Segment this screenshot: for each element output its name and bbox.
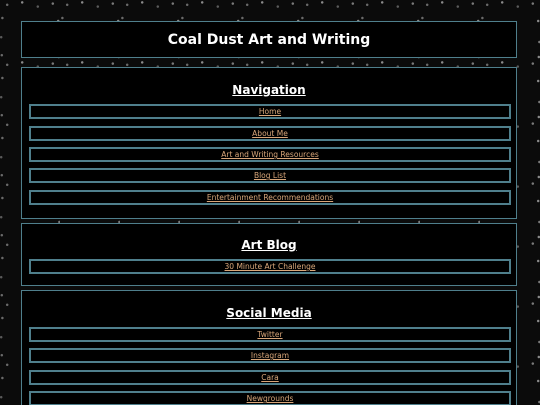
navigation-section: Navigation Home About Me Art and Writing…: [21, 67, 517, 219]
navigation-heading: Navigation: [232, 83, 306, 97]
nav-resources-button[interactable]: Art and Writing Resources: [29, 147, 511, 162]
nav-entertainment-button[interactable]: Entertainment Recommendations: [29, 190, 511, 205]
art-blog-section: Art Blog 30 Minute Art Challenge: [21, 223, 517, 286]
art-blog-heading: Art Blog: [241, 238, 297, 252]
nav-blog-list-link[interactable]: Blog List: [254, 171, 286, 180]
nav-about-me-link[interactable]: About Me: [252, 129, 288, 138]
cara-button[interactable]: Cara: [29, 370, 511, 385]
instagram-button[interactable]: Instagram: [29, 348, 511, 363]
instagram-link[interactable]: Instagram: [251, 351, 289, 360]
nav-home-link[interactable]: Home: [259, 107, 281, 116]
nav-resources-link[interactable]: Art and Writing Resources: [221, 150, 319, 159]
nav-home-button[interactable]: Home: [29, 104, 511, 119]
newgrounds-link[interactable]: Newgrounds: [247, 394, 294, 403]
art-challenge-button[interactable]: 30 Minute Art Challenge: [29, 259, 511, 274]
social-media-heading: Social Media: [226, 306, 312, 320]
nav-about-me-button[interactable]: About Me: [29, 126, 511, 141]
art-challenge-link[interactable]: 30 Minute Art Challenge: [225, 262, 316, 271]
twitter-button[interactable]: Twitter: [29, 327, 511, 342]
newgrounds-button[interactable]: Newgrounds: [29, 391, 511, 405]
social-media-section: Social Media Twitter Instagram Cara Newg…: [21, 290, 517, 405]
site-header: Coal Dust Art and Writing: [21, 21, 517, 58]
nav-blog-list-button[interactable]: Blog List: [29, 168, 511, 183]
site-title: Coal Dust Art and Writing: [167, 31, 371, 48]
nav-entertainment-link[interactable]: Entertainment Recommendations: [207, 193, 333, 202]
cara-link[interactable]: Cara: [261, 373, 279, 382]
twitter-link[interactable]: Twitter: [257, 330, 282, 339]
